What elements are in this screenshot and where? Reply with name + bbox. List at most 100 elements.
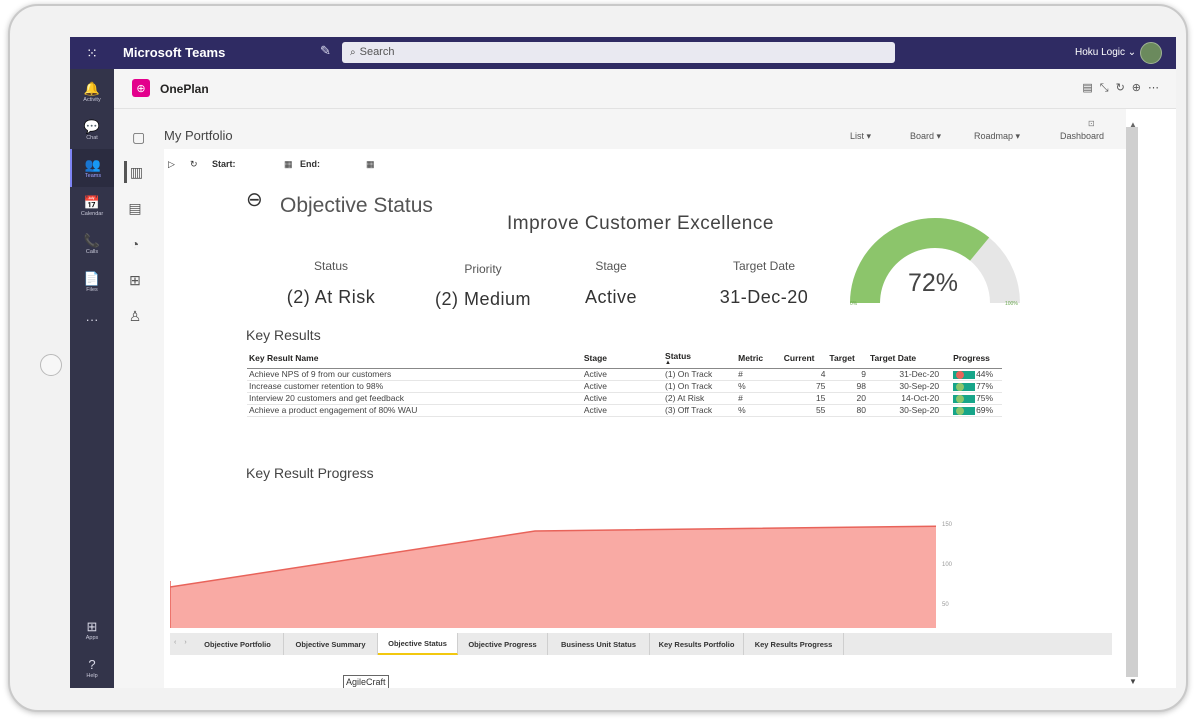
tab-objective-summary[interactable]: Objective Summary — [284, 633, 378, 655]
rail-item-apps[interactable]: ⊞ Apps — [70, 611, 114, 649]
compose-icon[interactable]: ✎ — [320, 43, 331, 59]
col-header[interactable]: Stage — [581, 348, 664, 369]
target-date-label: Target Date — [732, 259, 796, 273]
col-header[interactable]: Key Result Name — [247, 348, 582, 369]
table-cell: 4 — [781, 368, 828, 381]
chart-icon[interactable]: ◔ — [124, 233, 146, 255]
col-header[interactable]: Metric — [736, 348, 782, 369]
globe-icon[interactable]: ⊕ — [1132, 82, 1148, 94]
back-arrow-icon[interactable]: ⊖ — [246, 187, 263, 212]
chevron-left-icon[interactable]: ‹ — [174, 639, 184, 646]
chat-icon[interactable]: ▤ — [1082, 82, 1099, 94]
table-row[interactable]: Achieve NPS of 9 from our customers Activ… — [247, 368, 1002, 381]
table-cell: 98 — [827, 380, 868, 393]
refresh-icon[interactable]: ↻ — [190, 159, 198, 170]
popout-icon[interactable]: ⤡ — [1100, 82, 1116, 94]
col-header[interactable]: Current — [781, 348, 828, 369]
table-header-row: Key Result Name Stage Status ▲ Metric Cur… — [247, 348, 1002, 369]
chevron-right-icon[interactable]: › — [184, 639, 194, 646]
tab-business-unit-status[interactable]: Business Unit Status — [548, 633, 650, 655]
table-cell: Interview 20 customers and get feedback — [247, 392, 582, 405]
rail-item-chat[interactable]: 💬 Chat — [70, 111, 114, 149]
tab-label: List — [850, 131, 865, 141]
rail-label: Teams — [84, 172, 102, 179]
person-icon[interactable]: ♙ — [124, 305, 146, 327]
apps-icon: ⊞ — [86, 618, 98, 634]
progress-bar — [953, 370, 976, 379]
table-cell: (3) Off Track — [663, 404, 737, 417]
app-title: Microsoft Teams — [123, 45, 226, 60]
user-name[interactable]: Hoku Logic ⌄ — [1075, 47, 1136, 58]
tab-key-results-progress[interactable]: Key Results Progress — [744, 633, 844, 655]
tab-label: Board — [910, 131, 935, 141]
briefcase-icon: ▢ — [132, 129, 146, 145]
grid-icon[interactable]: ⊞ — [124, 269, 146, 291]
progress-bar — [953, 382, 976, 391]
end-calendar-icon[interactable]: ▦ — [366, 159, 375, 170]
end-label: End: — [300, 159, 320, 169]
app-launcher-icon[interactable]: ⁙ — [70, 37, 114, 69]
tab-objective-progress[interactable]: Objective Progress — [458, 633, 548, 655]
tab-list[interactable]: List ▾ — [850, 131, 871, 142]
vertical-scrollbar[interactable] — [1126, 127, 1138, 677]
rail-item-calendar[interactable]: 📅 Calendar — [70, 187, 114, 225]
more-icon[interactable]: ⋯ — [1148, 82, 1166, 94]
expand-icon[interactable]: ⊡ — [1088, 119, 1095, 128]
phone-icon: 📞 — [83, 232, 101, 248]
calendar-icon: 📅 — [83, 194, 101, 210]
status-dot-icon — [956, 382, 965, 391]
table-cell: Increase customer retention to 98% — [247, 380, 582, 393]
teams-window: ⁙ Microsoft Teams ✎ ⌕ Search Hoku Logic ⌄… — [70, 37, 1176, 688]
progress-cell: 44% — [941, 368, 1002, 381]
col-header[interactable]: Target Date — [868, 348, 942, 369]
table-cell: Active — [581, 404, 664, 417]
col-header[interactable]: Target — [827, 348, 868, 369]
table-row[interactable]: Increase customer retention to 98% Active… — [247, 380, 1002, 393]
tab-objective-portfolio[interactable]: Objective Portfolio — [192, 633, 284, 655]
scroll-up-icon[interactable]: ▲ — [1129, 120, 1137, 129]
table-cell: % — [736, 404, 782, 417]
tab-objective-status[interactable]: Objective Status — [378, 633, 458, 655]
brand-label: AgileCraft — [343, 675, 389, 688]
priority-label: Priority — [464, 262, 502, 276]
table-row[interactable]: Achieve a product engagement of 80% WAU A… — [247, 404, 1002, 417]
progress-value: 69% — [976, 405, 994, 415]
gauge-value: 72% — [908, 269, 959, 297]
table-cell: 55 — [781, 404, 828, 417]
table-cell: # — [736, 392, 782, 405]
more-icon: ··· — [85, 312, 99, 327]
tab-key-results-portfolio[interactable]: Key Results Portfolio — [650, 633, 744, 655]
app-name: OnePlan — [160, 82, 209, 96]
list-icon[interactable]: ▤ — [124, 197, 146, 219]
start-calendar-icon[interactable]: ▦ — [284, 159, 293, 170]
col-header-status[interactable]: Status ▲ — [663, 348, 737, 369]
rail-item-help[interactable]: ? Help — [70, 649, 114, 687]
col-header[interactable]: Progress — [941, 348, 1002, 369]
rail-item-calls[interactable]: 📞 Calls — [70, 225, 114, 263]
play-icon[interactable]: ▷ — [168, 159, 175, 170]
table-cell: (2) At Risk — [663, 392, 737, 405]
key-result-progress-chart: 050100150Jul 29Jul 31Aug 02Aug 04Aug 06A… — [170, 522, 953, 628]
rail-item-files[interactable]: 📄 Files — [70, 263, 114, 301]
oneplan-logo-icon: ⊕ — [132, 79, 150, 97]
search-input[interactable]: ⌕ Search — [342, 42, 895, 63]
scroll-down-icon[interactable]: ▼ — [1129, 677, 1137, 686]
home-button[interactable] — [40, 354, 62, 376]
rail-item-teams[interactable]: 👥 Teams — [70, 149, 114, 187]
refresh-icon[interactable]: ↻ — [1116, 82, 1132, 94]
progress-value: 44% — [976, 369, 994, 379]
key-results-table: Key Result Name Stage Status ▲ Metric Cur… — [247, 348, 1002, 417]
progress-cell: 77% — [941, 380, 1002, 393]
table-cell: Achieve NPS of 9 from our customers — [247, 368, 582, 381]
tab-board[interactable]: Board ▾ — [910, 131, 941, 142]
table-row[interactable]: Interview 20 customers and get feedback A… — [247, 392, 1002, 405]
rail-item-activity[interactable]: 🔔 Activity — [70, 73, 114, 111]
progress-bar — [953, 406, 976, 415]
rail-item-more[interactable]: ··· — [70, 301, 114, 339]
table-cell: (1) On Track — [663, 380, 737, 393]
bell-icon: 🔔 — [83, 80, 101, 96]
dashboard-icon[interactable]: ▥ — [124, 161, 146, 183]
table-cell: Active — [581, 392, 664, 405]
avatar[interactable] — [1140, 42, 1162, 64]
tab-roadmap[interactable]: Roadmap ▾ — [974, 131, 1020, 142]
